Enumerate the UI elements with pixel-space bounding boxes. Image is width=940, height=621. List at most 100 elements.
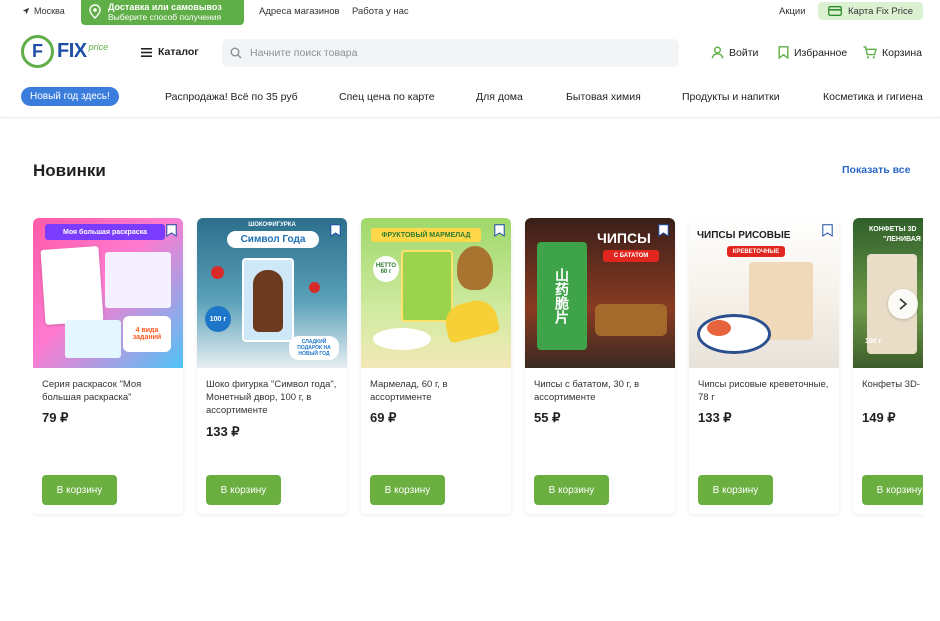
nav-highlight-new-year[interactable]: Новый год здесь! bbox=[21, 87, 119, 106]
nav-item-sale[interactable]: Распродажа! Всё по 35 руб bbox=[165, 91, 298, 103]
fix-price-card-label: Карта Fix Price bbox=[848, 5, 914, 17]
search-bar[interactable] bbox=[222, 39, 679, 67]
ornament bbox=[211, 266, 224, 279]
product-name[interactable]: Чипсы с бататом, 30 г, в ассортименте bbox=[534, 378, 670, 404]
add-to-cart-button[interactable]: В корзину bbox=[698, 475, 773, 505]
cart-button[interactable]: Корзина bbox=[863, 46, 922, 59]
image-badge: 100 г bbox=[205, 306, 231, 332]
product-image[interactable]: ШОКОФИГУРКА Символ Года 100 г СЛАДКИЙ ПО… bbox=[197, 218, 347, 368]
image-top-text: ШОКОФИГУРКА bbox=[248, 222, 296, 228]
stores-link[interactable]: Адреса магазинов bbox=[259, 6, 340, 17]
product-image[interactable]: ЧИПСЫ РИСОВЫЕ КРЕВЕТОЧНЫЕ bbox=[689, 218, 839, 368]
login-button[interactable]: Войти bbox=[711, 46, 758, 59]
product-price: 69 ₽ bbox=[370, 410, 397, 425]
bookmark-icon[interactable] bbox=[494, 224, 505, 237]
ornament bbox=[309, 282, 320, 293]
image-banner: Символ Года bbox=[227, 231, 319, 248]
favorites-button[interactable]: Избранное bbox=[778, 46, 847, 59]
login-label: Войти bbox=[729, 46, 759, 59]
product-image[interactable]: ЧИПСЫ С БАТАТОМ 山药脆片 bbox=[525, 218, 675, 368]
fix-price-logo[interactable]: F FIX price bbox=[21, 35, 108, 68]
image-badge: 4 вида заданий bbox=[123, 316, 171, 352]
chocolate-figure bbox=[253, 270, 283, 332]
section-title: Новинки bbox=[33, 161, 106, 180]
product-card[interactable]: ЧИПСЫ С БАТАТОМ 山药脆片 Чипсы с бататом, 30… bbox=[525, 218, 675, 514]
image-gift-note: СЛАДКИЙ ПОДАРОК НА НОВЫЙ ГОД bbox=[289, 336, 339, 360]
product-image[interactable]: ФРУКТОВЫЙ МАРМЕЛАД НЕТТО 60 г bbox=[361, 218, 511, 368]
product-card[interactable]: ШОКОФИГУРКА Символ Года 100 г СЛАДКИЙ ПО… bbox=[197, 218, 347, 514]
bookmark-icon[interactable] bbox=[166, 224, 177, 237]
hamburger-menu-icon bbox=[141, 47, 152, 57]
image-badge: НЕТТО 60 г bbox=[373, 256, 399, 282]
search-icon bbox=[230, 47, 242, 59]
image-banner: ЧИПСЫ bbox=[597, 230, 651, 246]
catalog-label: Каталог bbox=[158, 46, 199, 58]
delivery-title: Доставка или самовывоз bbox=[108, 2, 222, 12]
delivery-subtitle: Выберите способ получения bbox=[108, 12, 222, 22]
nav-item-card-price[interactable]: Спец цена по карте bbox=[339, 91, 435, 103]
product-price: 133 ₽ bbox=[698, 410, 732, 425]
jobs-link[interactable]: Работа у нас bbox=[352, 6, 409, 17]
city-label: Москва bbox=[34, 6, 65, 16]
product-price: 149 ₽ bbox=[862, 410, 896, 425]
map-pin-icon bbox=[89, 4, 101, 19]
bookmark-icon[interactable] bbox=[658, 224, 669, 237]
add-to-cart-button[interactable]: В корзину bbox=[534, 475, 609, 505]
chevron-right-icon bbox=[899, 298, 908, 310]
image-sub: "ЛЕНИВАЯ bbox=[883, 236, 921, 243]
add-to-cart-button[interactable]: В корзину bbox=[862, 475, 923, 505]
image-banner: Моя большая раскраска bbox=[45, 224, 165, 240]
nav-item-cosmetics[interactable]: Косметика и гигиена bbox=[823, 91, 923, 103]
top-bar: Москва Доставка или самовывоз Выберите с… bbox=[0, 0, 940, 25]
shrimp bbox=[707, 320, 731, 336]
search-input[interactable] bbox=[250, 47, 650, 59]
image-badge: 100 г bbox=[865, 338, 882, 345]
nav-item-chemistry[interactable]: Бытовая химия bbox=[566, 91, 641, 103]
city-selector[interactable]: Москва bbox=[22, 6, 65, 16]
add-to-cart-button[interactable]: В корзину bbox=[42, 475, 117, 505]
logo-word: FIX bbox=[57, 40, 87, 62]
image-banner: КОНФЕТЫ 3D bbox=[869, 226, 917, 233]
product-price: 79 ₽ bbox=[42, 410, 69, 425]
image-sub: С БАТАТОМ bbox=[603, 250, 659, 262]
product-image[interactable]: Моя большая раскраска 4 вида заданий bbox=[33, 218, 183, 368]
show-all-link[interactable]: Показать все bbox=[842, 164, 911, 176]
product-name[interactable]: Шоко фигурка "Символ года", Монетный дво… bbox=[206, 378, 342, 417]
product-name[interactable]: Чипсы рисовые креветочные, 78 г bbox=[698, 378, 834, 404]
add-to-cart-button[interactable]: В корзину bbox=[206, 475, 281, 505]
add-to-cart-button[interactable]: В корзину bbox=[370, 475, 445, 505]
product-card[interactable]: КОНФЕТЫ 3D "ЛЕНИВАЯ 100 г Конфеты 3D- "Л… bbox=[853, 218, 923, 514]
bookmark-icon bbox=[778, 46, 789, 59]
product-price: 133 ₽ bbox=[206, 424, 240, 439]
carousel-next-button[interactable] bbox=[888, 289, 918, 319]
chips-bowl bbox=[595, 304, 667, 336]
product-card[interactable]: ЧИПСЫ РИСОВЫЕ КРЕВЕТОЧНЫЕ Чипсы рисовые … bbox=[689, 218, 839, 514]
fix-price-card-button[interactable]: Карта Fix Price bbox=[818, 2, 923, 20]
product-card[interactable]: ФРУКТОВЫЙ МАРМЕЛАД НЕТТО 60 г Мармелад, … bbox=[361, 218, 511, 514]
product-card[interactable]: Моя большая раскраска 4 вида заданий Сер… bbox=[33, 218, 183, 514]
credit-card-icon bbox=[828, 6, 842, 16]
delivery-selector[interactable]: Доставка или самовывоз Выберите способ п… bbox=[81, 0, 244, 25]
location-arrow-icon bbox=[22, 7, 30, 15]
chips-package: 山药脆片 bbox=[537, 242, 587, 350]
bookmark-icon[interactable] bbox=[822, 224, 833, 237]
favorites-label: Избранное bbox=[794, 46, 848, 59]
monkey-figure bbox=[457, 246, 493, 290]
product-price: 55 ₽ bbox=[534, 410, 561, 425]
bookmark-icon[interactable] bbox=[330, 224, 341, 237]
nav-item-food[interactable]: Продукты и напитки bbox=[682, 91, 780, 103]
product-name[interactable]: Конфеты 3D- "Ленивая пан bbox=[862, 378, 923, 391]
cart-icon bbox=[863, 46, 877, 59]
user-icon bbox=[711, 46, 724, 59]
product-name[interactable]: Мармелад, 60 г, в ассортименте bbox=[370, 378, 506, 404]
coloring-book-page bbox=[65, 320, 121, 358]
promo-link[interactable]: Акции bbox=[779, 6, 806, 17]
plate bbox=[697, 314, 771, 354]
nav-divider bbox=[0, 117, 940, 118]
nav-item-home[interactable]: Для дома bbox=[476, 91, 523, 103]
coloring-book-page bbox=[40, 246, 104, 325]
product-name[interactable]: Серия раскрасок "Моя большая раскраска" bbox=[42, 378, 178, 404]
catalog-button[interactable]: Каталог bbox=[141, 46, 199, 58]
logo-sub: price bbox=[88, 41, 109, 52]
plate bbox=[373, 328, 431, 350]
